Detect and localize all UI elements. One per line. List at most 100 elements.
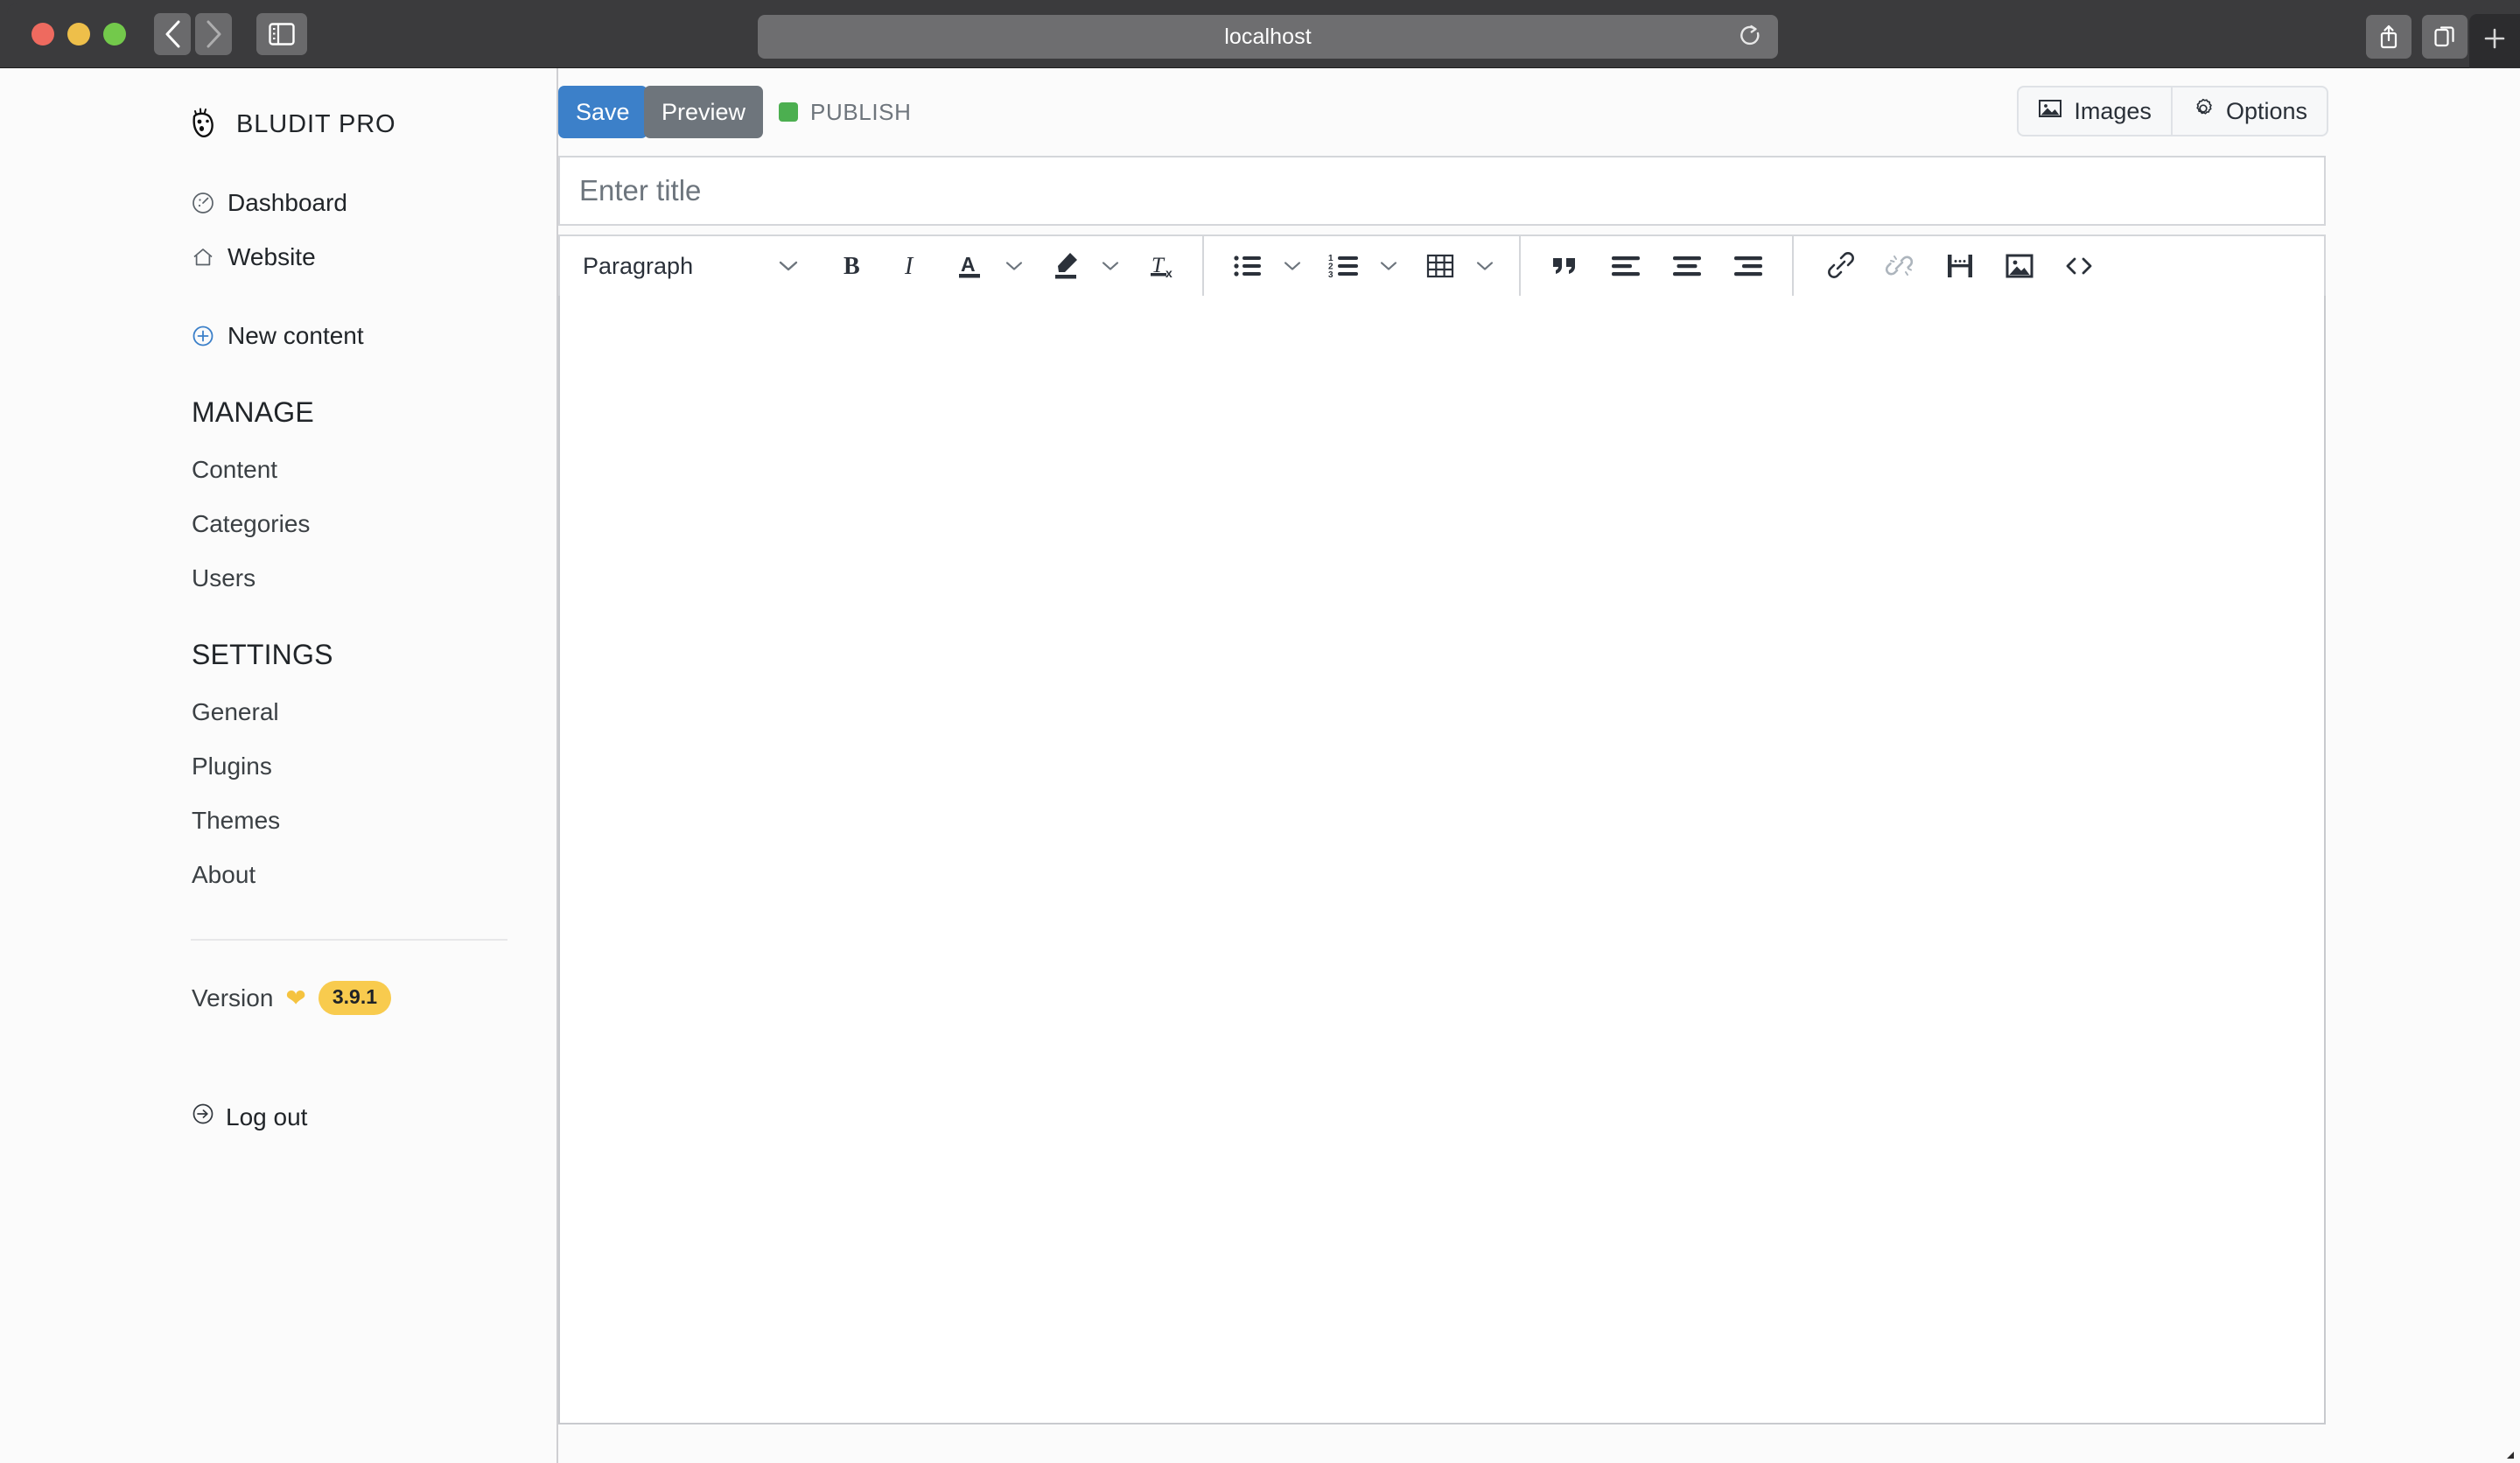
align-left-icon xyxy=(1611,254,1641,278)
clear-format-button[interactable]: T x xyxy=(1138,242,1186,290)
nav-spacer xyxy=(0,284,556,309)
font-color-caret[interactable] xyxy=(994,246,1034,286)
unlink-icon xyxy=(1885,251,1916,281)
numbered-list-icon: 1 2 3 xyxy=(1328,253,1360,279)
sidebar-item-label: Users xyxy=(192,564,256,592)
clear-formatting-icon: T x xyxy=(1147,250,1177,282)
window-traffic-lights xyxy=(32,23,126,46)
close-window-button[interactable] xyxy=(32,23,54,46)
sidebar-divider xyxy=(191,939,508,941)
highlight-caret[interactable] xyxy=(1090,246,1130,286)
plus-circle-icon xyxy=(192,325,216,347)
browser-right-buttons xyxy=(2366,15,2468,59)
publish-status[interactable]: PUBLISH xyxy=(779,86,911,138)
address-bar-url: localhost xyxy=(1224,24,1312,50)
publish-status-indicator xyxy=(779,102,798,122)
svg-text:B: B xyxy=(844,253,860,280)
remove-link-button[interactable] xyxy=(1876,242,1925,290)
preview-button[interactable]: Preview xyxy=(644,86,763,138)
table-button[interactable] xyxy=(1416,242,1465,290)
images-button[interactable]: Images xyxy=(2017,86,2171,136)
logout-button[interactable]: Log out xyxy=(0,1102,556,1131)
reload-button[interactable] xyxy=(1734,21,1768,52)
sidebar-item-categories[interactable]: Categories xyxy=(0,497,556,551)
sidebar-toggle-button[interactable] xyxy=(256,13,307,55)
home-icon xyxy=(192,246,216,269)
options-button[interactable]: Options xyxy=(2171,86,2328,136)
bullet-list-caret[interactable] xyxy=(1272,246,1312,286)
sidebar-item-label: About xyxy=(192,861,256,889)
format-dropdown-label[interactable]: Paragraph xyxy=(560,253,693,280)
sidebar-item-website[interactable]: Website xyxy=(0,230,556,284)
sidebar-manage-nav: Content Categories Users xyxy=(0,443,556,606)
bold-icon: B xyxy=(839,251,865,281)
brand-name: BLUDIT PRO xyxy=(236,110,396,139)
sidebar-item-label: Website xyxy=(228,243,316,271)
numbered-list-caret[interactable] xyxy=(1368,246,1409,286)
bullet-list-button[interactable] xyxy=(1223,242,1272,290)
sidebar-item-label: Dashboard xyxy=(228,189,347,217)
share-button[interactable] xyxy=(2366,15,2412,59)
insert-link-button[interactable] xyxy=(1816,242,1866,290)
toolbar-separator xyxy=(1519,235,1521,297)
format-dropdown-caret[interactable] xyxy=(768,246,808,286)
logout-label: Log out xyxy=(226,1103,307,1131)
sidebar: BLUDIT PRO Dashboard xyxy=(0,68,558,1463)
link-icon xyxy=(1826,252,1856,280)
sidebar-toggle-icon xyxy=(269,23,295,46)
brand-header[interactable]: BLUDIT PRO xyxy=(191,108,556,141)
sidebar-item-general[interactable]: General xyxy=(0,685,556,739)
maximize-window-button[interactable] xyxy=(103,23,126,46)
horizontal-rule-button[interactable] xyxy=(1936,242,1984,290)
table-caret[interactable] xyxy=(1465,246,1505,286)
new-tab-button[interactable] xyxy=(2469,14,2520,72)
editor-action-bar: Save Preview PUBLISH Images xyxy=(558,86,2520,140)
bold-button[interactable]: B xyxy=(828,242,877,290)
quote-icon xyxy=(1550,254,1578,278)
font-color-button[interactable]: A xyxy=(945,242,994,290)
minimize-window-button[interactable] xyxy=(67,23,90,46)
sidebar-item-users[interactable]: Users xyxy=(0,551,556,606)
editor-right-buttons: Images Options xyxy=(2017,86,2328,136)
window-resize-grip[interactable] xyxy=(2499,1444,2515,1460)
editor-content-area[interactable] xyxy=(558,296,2326,1424)
plus-icon xyxy=(2482,25,2508,52)
sidebar-item-new-content[interactable]: New content xyxy=(0,309,556,363)
back-button[interactable] xyxy=(154,13,191,55)
sidebar-item-plugins[interactable]: Plugins xyxy=(0,739,556,794)
save-button[interactable]: Save xyxy=(558,86,648,138)
font-color-icon: A xyxy=(956,250,984,282)
sidebar-item-themes[interactable]: Themes xyxy=(0,794,556,848)
tab-overview-icon xyxy=(2433,24,2456,49)
publish-status-label: PUBLISH xyxy=(810,99,911,126)
tab-overview-button[interactable] xyxy=(2422,15,2468,59)
sidebar-item-label: Plugins xyxy=(192,752,272,780)
sidebar-item-label: Content xyxy=(192,456,277,484)
sidebar-item-dashboard[interactable]: Dashboard xyxy=(0,176,556,230)
address-bar[interactable]: localhost xyxy=(758,15,1778,59)
highlight-button[interactable] xyxy=(1041,242,1090,290)
chevron-right-icon xyxy=(204,19,223,49)
forward-button[interactable] xyxy=(195,13,232,55)
sidebar-item-content[interactable]: Content xyxy=(0,443,556,497)
italic-icon: I xyxy=(897,251,923,281)
insert-image-button[interactable] xyxy=(1995,242,2044,290)
blockquote-button[interactable] xyxy=(1540,242,1589,290)
version-badge: 3.9.1 xyxy=(318,981,391,1015)
align-right-button[interactable] xyxy=(1724,242,1773,290)
main-content: Save Preview PUBLISH Images xyxy=(558,68,2520,1463)
numbered-list-button[interactable]: 1 2 3 xyxy=(1320,242,1368,290)
table-icon xyxy=(1426,253,1454,279)
highlighter-icon xyxy=(1051,250,1081,282)
svg-text:x: x xyxy=(1166,266,1172,280)
version-row: Version ❤ 3.9.1 xyxy=(0,981,556,1015)
align-left-button[interactable] xyxy=(1601,242,1650,290)
sidebar-item-about[interactable]: About xyxy=(0,848,556,902)
bullet-list-icon xyxy=(1233,253,1263,279)
browser-chrome: localhost xyxy=(0,0,2520,68)
sidebar-item-label: Themes xyxy=(192,807,280,835)
source-code-button[interactable] xyxy=(2054,242,2104,290)
title-input[interactable] xyxy=(558,156,2326,226)
align-center-button[interactable] xyxy=(1662,242,1712,290)
italic-button[interactable]: I xyxy=(886,242,934,290)
